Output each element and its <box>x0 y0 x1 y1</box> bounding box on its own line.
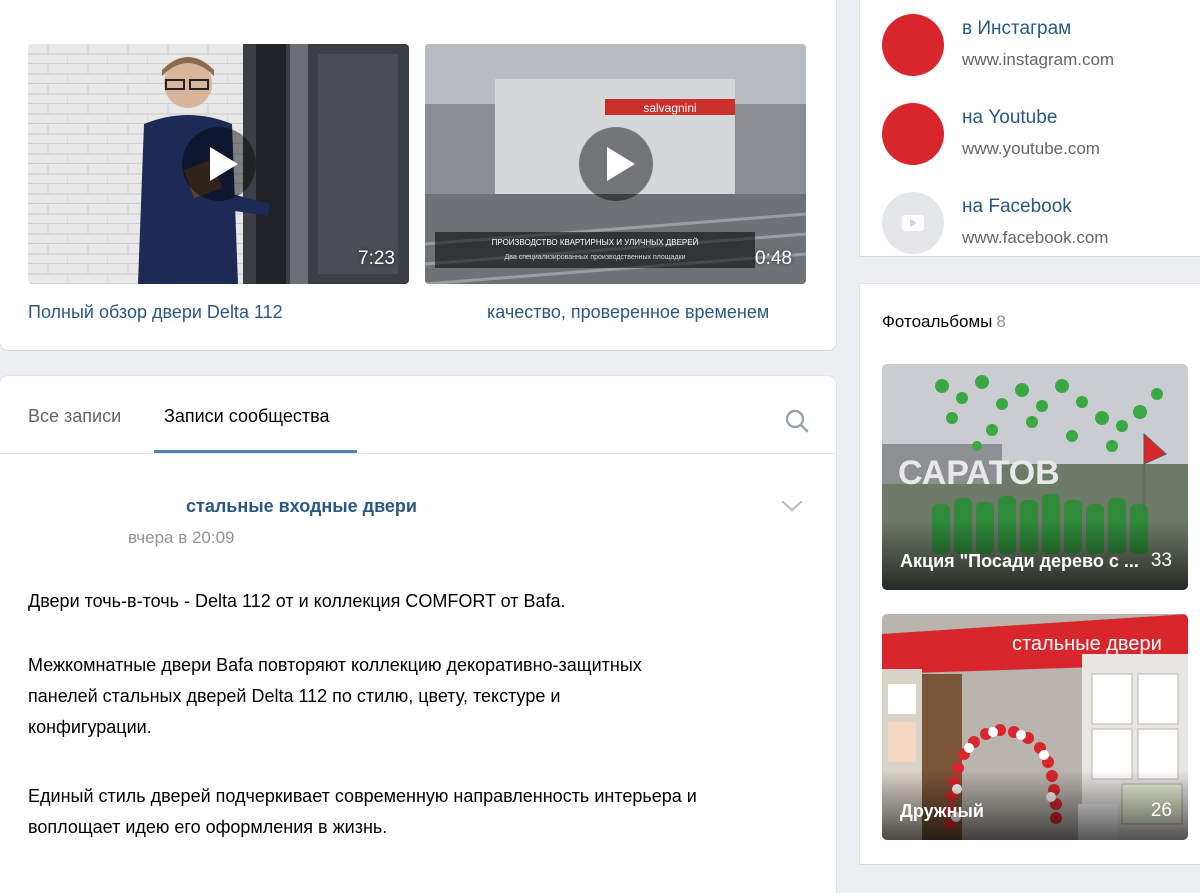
saratov-sign: САРАТОВ <box>898 454 1060 492</box>
album-title: Акция "Посади дерево с ... <box>900 551 1139 571</box>
post-author[interactable]: стальные входные двери <box>186 496 417 517</box>
video-thumbnail-production[interactable]: salvagnini ПРОИЗВОДСТВО КВАРТИРНЫХ И УЛИ… <box>425 44 806 284</box>
link-url: www.instagram.com <box>962 50 1115 69</box>
albums-heading-label: Фотоальбомы <box>882 312 993 331</box>
link-url: www.facebook.com <box>962 228 1109 247</box>
link-title[interactable]: на Youtube <box>962 107 1057 129</box>
video-duration: 0:48 <box>755 248 792 269</box>
chevron-down-icon[interactable] <box>780 498 804 514</box>
video-thumbnail-delta[interactable]: 7:23 <box>28 44 409 284</box>
post-text-line: конфигурации. <box>28 717 152 737</box>
links-card: в Инстаграм www.instagram.com на Youtube… <box>860 0 1200 256</box>
album-druzhny[interactable]: стальные двери Дружный 26 <box>882 614 1188 840</box>
album-photo-count: 26 <box>1150 800 1172 821</box>
facebook-avatar[interactable] <box>882 192 944 254</box>
video-title-quality[interactable]: качество, проверенное временем <box>487 302 769 323</box>
link-title[interactable]: на Facebook <box>962 196 1072 218</box>
post-text-line: Двери точь-в-точь - Delta 112 от и колле… <box>28 591 566 611</box>
post-text-line: воплощает идею его оформления в жизнь. <box>28 817 388 837</box>
tabs-divider <box>0 453 836 454</box>
link-facebook[interactable]: на Facebook www.facebook.com <box>882 192 1182 262</box>
album-photo-count: 33 <box>1150 550 1172 571</box>
albums-count: 8 <box>996 312 1006 331</box>
link-youtube[interactable]: на Youtube www.youtube.com <box>882 103 1182 173</box>
play-icon[interactable] <box>578 127 653 201</box>
post-time[interactable]: вчера в 20:09 <box>128 528 235 548</box>
post-text-line: панелей стальных дверей Delta 112 по сти… <box>28 686 561 706</box>
brand-text: salvagnini <box>643 101 696 115</box>
album-tree-planting[interactable]: САРАТОВ Акция "Посади дерево с ... 33 <box>882 364 1188 590</box>
video-overlay-caption: ПРОИЗВОДСТВО КВАРТИРНЫХ И УЛИЧНЫХ ДВЕРЕЙ <box>492 238 699 247</box>
instagram-avatar[interactable] <box>882 14 944 76</box>
search-icon[interactable] <box>784 408 810 434</box>
video-title-delta[interactable]: Полный обзор двери Delta 112 <box>28 302 283 323</box>
albums-card: Фотоальбомы 8 САРАТОВ Акция "Посади дере… <box>860 284 1200 864</box>
youtube-avatar[interactable] <box>882 103 944 165</box>
store-banner-text: стальные двери <box>1012 633 1162 655</box>
play-icon[interactable] <box>181 127 256 201</box>
videos-card: 7:23 Полный обзор двери Delta 112 salvag… <box>0 0 836 350</box>
video-duration: 7:23 <box>358 248 395 269</box>
post-text-line: Межкомнатные двери Bafa повторяют коллек… <box>28 655 642 675</box>
link-url: www.youtube.com <box>962 139 1100 158</box>
video-overlay-subcaption: Два специализированных производственных … <box>504 254 685 261</box>
wall-card: Все записи Записи сообщества стальные вх… <box>0 376 836 893</box>
link-title[interactable]: в Инстаграм <box>962 18 1071 40</box>
post-text-line: Единый стиль дверей подчеркивает совреме… <box>28 786 697 806</box>
tab-all-posts[interactable]: Все записи <box>28 406 121 427</box>
video-placeholder-icon <box>902 215 924 231</box>
link-instagram[interactable]: в Инстаграм www.instagram.com <box>882 14 1182 84</box>
album-title: Дружный <box>900 801 984 821</box>
albums-heading[interactable]: Фотоальбомы 8 <box>882 312 1006 332</box>
tab-community-posts[interactable]: Записи сообщества <box>164 406 330 427</box>
